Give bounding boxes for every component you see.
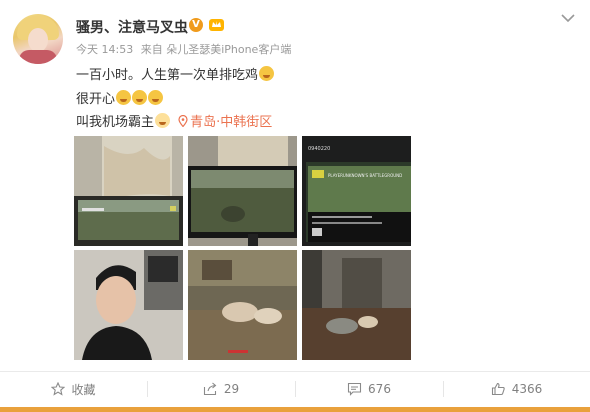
laugh-emoji-icon bbox=[132, 90, 148, 105]
comment-count: 676 bbox=[368, 382, 391, 396]
post-source: 来自 朵儿圣瑟美iPhone客户端 bbox=[140, 43, 292, 56]
location-link[interactable]: 青岛·中韩街区 bbox=[178, 115, 272, 130]
verified-badge-icon: V bbox=[189, 18, 203, 32]
post-photo-3[interactable]: 0940220 PLAYERUNKNOWN'S BATTLEGROUND bbox=[302, 136, 411, 246]
like-button[interactable]: 4366 bbox=[443, 372, 590, 406]
username[interactable]: 骚男、注意马叉虫 bbox=[76, 17, 188, 37]
laugh-emoji-icon bbox=[116, 90, 132, 105]
like-icon bbox=[491, 382, 505, 396]
favorite-label: 收藏 bbox=[71, 382, 96, 397]
star-icon bbox=[51, 382, 66, 396]
post-photo-5[interactable] bbox=[188, 250, 297, 360]
member-crown-icon[interactable] bbox=[208, 17, 225, 32]
post-text-1: 一百小时。人生第一次单排吃鸡 bbox=[76, 68, 259, 83]
photo-3-code: 0940220 bbox=[308, 146, 330, 152]
cat-emoji-icon bbox=[155, 113, 171, 128]
location-pin-icon bbox=[178, 115, 188, 127]
post-photo-4[interactable] bbox=[74, 250, 183, 360]
post-meta: 今天 14:53 来自 朵儿圣瑟美iPhone客户端 bbox=[76, 41, 295, 57]
grin-emoji-icon bbox=[259, 66, 275, 81]
post-photo-1[interactable] bbox=[74, 136, 183, 246]
post-text-2: 很开心 bbox=[76, 92, 116, 107]
weibo-post-card: 骚男、注意马叉虫 V 今天 14:53 来自 朵儿圣瑟美iPhone客户端 一百… bbox=[0, 0, 590, 412]
bottom-accent-bar bbox=[0, 407, 590, 412]
post-text-line-3: 叫我机场霸主 青岛·中韩街区 bbox=[76, 111, 272, 130]
share-button[interactable]: 29 bbox=[147, 372, 295, 406]
avatar[interactable] bbox=[13, 14, 63, 64]
post-text-line-1: 一百小时。人生第一次单排吃鸡 bbox=[76, 64, 275, 83]
comment-icon bbox=[347, 382, 362, 396]
post-text-line-2: 很开心 bbox=[76, 88, 164, 107]
location-text: 青岛·中韩街区 bbox=[190, 115, 273, 130]
laugh-emoji-icon bbox=[148, 90, 164, 105]
share-count: 29 bbox=[223, 382, 240, 396]
comment-button[interactable]: 676 bbox=[295, 372, 443, 406]
chevron-down-icon[interactable] bbox=[560, 12, 576, 24]
share-icon bbox=[203, 382, 217, 396]
favorite-button[interactable]: 收藏 bbox=[0, 372, 147, 406]
post-photo-2[interactable] bbox=[188, 136, 297, 246]
post-text-3: 叫我机场霸主 bbox=[76, 115, 155, 130]
post-time[interactable]: 今天 14:53 bbox=[76, 43, 133, 56]
post-photo-6[interactable] bbox=[302, 250, 411, 360]
photo-3-banner: PLAYERUNKNOWN'S BATTLEGROUND bbox=[328, 173, 402, 178]
like-count: 4366 bbox=[511, 382, 543, 396]
